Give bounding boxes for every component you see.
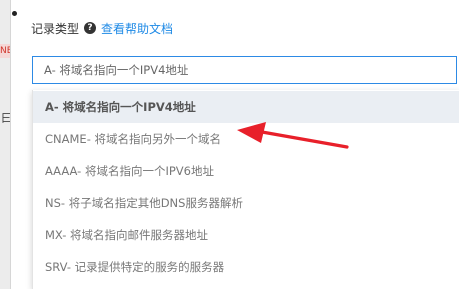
option-cname[interactable]: CNAME- 将域名指向另外一个域名: [33, 123, 459, 155]
bullet-dot: [12, 11, 17, 16]
select-current-value: A- 将域名指向一个IPV4地址: [44, 63, 189, 77]
record-type-select[interactable]: A- 将域名指向一个IPV4地址: [32, 56, 457, 84]
help-docs-link[interactable]: 查看帮助文档: [101, 20, 173, 37]
option-a[interactable]: A- 将域名指向一个IPV4地址: [33, 91, 459, 123]
record-type-label-row: 记录类型 ? 查看帮助文档: [31, 18, 173, 38]
record-type-dropdown: A- 将域名指向一个IPV4地址 CNAME- 将域名指向另外一个域名 AAAA…: [32, 90, 459, 289]
record-type-label: 记录类型: [31, 21, 80, 36]
option-mx[interactable]: MX- 将域名指向邮件服务器地址: [33, 219, 459, 251]
page: NE 曰 记录类型 ? 查看帮助文档 A- 将域名指向一个IPV4地址 A- 将…: [0, 0, 459, 289]
background-badge: NE: [0, 44, 10, 58]
question-icon[interactable]: ?: [84, 22, 97, 34]
option-ns[interactable]: NS- 将子域名指定其他DNS服务器解析: [33, 187, 459, 219]
background-text: 曰: [1, 111, 10, 125]
option-aaaa[interactable]: AAAA- 将域名指向一个IPV6地址: [33, 155, 459, 187]
option-srv[interactable]: SRV- 记录提供特定的服务的服务器: [33, 251, 459, 283]
